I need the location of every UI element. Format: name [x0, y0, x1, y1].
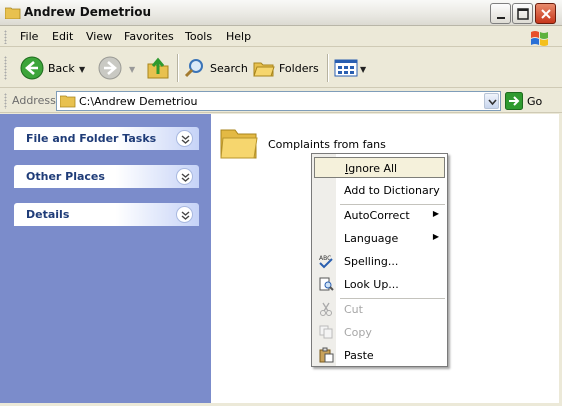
menu-item-label: Add to Dictionary — [344, 184, 440, 197]
address-dropdown-button[interactable] — [484, 93, 499, 109]
expand-button[interactable] — [176, 168, 193, 185]
panel-title: Other Places — [26, 170, 105, 183]
windows-logo-icon — [531, 31, 548, 46]
spelling-icon: ABC — [319, 255, 333, 269]
menu-item-autocorrect[interactable]: AutoCorrect ▶ — [314, 205, 445, 226]
folder-icon — [60, 95, 76, 108]
menu-edit[interactable]: Edit — [52, 30, 73, 43]
maximize-button[interactable] — [512, 3, 533, 24]
up-button[interactable] — [146, 54, 170, 82]
address-bar: Address C:\Andrew Demetriou Go — [0, 89, 562, 113]
menu-help[interactable]: Help — [226, 30, 251, 43]
folder-icon — [220, 129, 258, 159]
menu-item-label: Look Up... — [344, 278, 399, 291]
folders-icon — [253, 62, 275, 77]
menu-item-label: AutoCorrect — [344, 209, 410, 222]
search-icon — [184, 59, 203, 78]
file-folder-tasks-panel[interactable]: File and Folder Tasks — [14, 127, 199, 150]
folder-name: Complaints from fans — [268, 138, 386, 151]
menu-bar: File Edit View Favorites Tools Help — [0, 27, 562, 47]
views-dropdown-icon[interactable]: ▼ — [360, 65, 366, 74]
menu-item-label: Spelling... — [344, 255, 399, 268]
menu-item-add-to-dictionary[interactable]: Add to Dictionary — [314, 180, 445, 201]
chevron-down-icon — [488, 99, 497, 106]
chevron-double-down-icon — [181, 211, 190, 220]
back-button[interactable]: Back — [20, 54, 75, 82]
back-label: Back — [48, 61, 75, 75]
minimize-button[interactable] — [490, 3, 511, 24]
submenu-arrow-icon: ▶ — [432, 209, 439, 218]
menu-item-language[interactable]: Language ▶ — [314, 228, 445, 249]
minimize-icon — [497, 17, 505, 19]
chevron-double-down-icon — [181, 135, 190, 144]
close-button[interactable] — [535, 3, 556, 24]
search-button[interactable]: Search — [184, 54, 248, 82]
chevron-double-down-icon — [181, 173, 190, 182]
back-dropdown-icon[interactable]: ▼ — [79, 65, 85, 74]
spelling-context-menu: Ignore All Add to Dictionary AutoCorrect… — [311, 153, 448, 367]
toolbar-separator — [177, 54, 178, 82]
address-input[interactable]: C:\Andrew Demetriou — [56, 91, 501, 111]
views-icon — [334, 59, 358, 77]
menu-favorites[interactable]: Favorites — [124, 30, 174, 43]
folder-up-icon — [147, 57, 169, 79]
menu-item-label: Cut — [344, 303, 363, 316]
menu-item-cut[interactable]: Cut — [314, 299, 445, 320]
forward-button[interactable] — [98, 54, 122, 82]
submenu-arrow-icon: ▶ — [432, 232, 439, 241]
maximize-icon — [517, 8, 529, 20]
task-pane: File and Folder Tasks Other Places Detai… — [0, 114, 211, 403]
toolbar-separator — [327, 54, 328, 82]
folders-button[interactable]: Folders — [253, 54, 319, 82]
toolbar-grip — [4, 56, 7, 80]
menu-item-spelling[interactable]: ABC Spelling... — [314, 251, 445, 272]
address-path: C:\Andrew Demetriou — [79, 95, 198, 108]
menu-item-look-up[interactable]: Look Up... — [314, 274, 445, 295]
copy-icon — [319, 325, 333, 339]
menu-file[interactable]: File — [20, 30, 38, 43]
back-arrow-icon — [20, 56, 44, 80]
lookup-icon — [319, 277, 334, 291]
paste-icon — [319, 347, 334, 363]
panel-title: File and Folder Tasks — [26, 132, 157, 145]
folder-icon — [5, 7, 21, 19]
expand-button[interactable] — [176, 130, 193, 147]
menu-item-copy[interactable]: Copy — [314, 322, 445, 343]
close-icon — [541, 9, 551, 19]
go-button[interactable]: Go — [505, 91, 542, 111]
details-panel[interactable]: Details — [14, 203, 199, 226]
menu-view[interactable]: View — [86, 30, 112, 43]
standard-toolbar: Back ▼ ▼ Search Folders ▼ — [0, 48, 562, 88]
menu-item-label: Language — [344, 232, 399, 245]
menu-item-label: Copy — [344, 326, 372, 339]
forward-arrow-icon — [98, 56, 122, 80]
forward-dropdown-icon[interactable]: ▼ — [129, 65, 135, 74]
panel-title: Details — [26, 208, 70, 221]
address-label: Address — [12, 94, 56, 107]
other-places-panel[interactable]: Other Places — [14, 165, 199, 188]
folders-label: Folders — [279, 61, 319, 75]
menu-tools[interactable]: Tools — [185, 30, 212, 43]
cut-icon — [320, 302, 332, 316]
expand-button[interactable] — [176, 206, 193, 223]
menu-item-label: Ignore All — [345, 162, 398, 175]
title-bar[interactable]: Andrew Demetriou — [0, 0, 562, 26]
menu-item-ignore-all[interactable]: Ignore All — [314, 157, 445, 178]
menubar-grip — [4, 30, 7, 44]
search-label: Search — [210, 61, 248, 75]
window-title: Andrew Demetriou — [24, 5, 152, 19]
explorer-window: Andrew Demetriou File Edit View Favorite… — [0, 0, 562, 406]
menu-item-label: Paste — [344, 349, 374, 362]
go-arrow-icon — [505, 92, 523, 110]
views-button[interactable] — [334, 54, 358, 82]
menu-item-paste[interactable]: Paste — [314, 345, 445, 366]
addressbar-grip — [4, 93, 7, 109]
go-label: Go — [527, 94, 543, 108]
